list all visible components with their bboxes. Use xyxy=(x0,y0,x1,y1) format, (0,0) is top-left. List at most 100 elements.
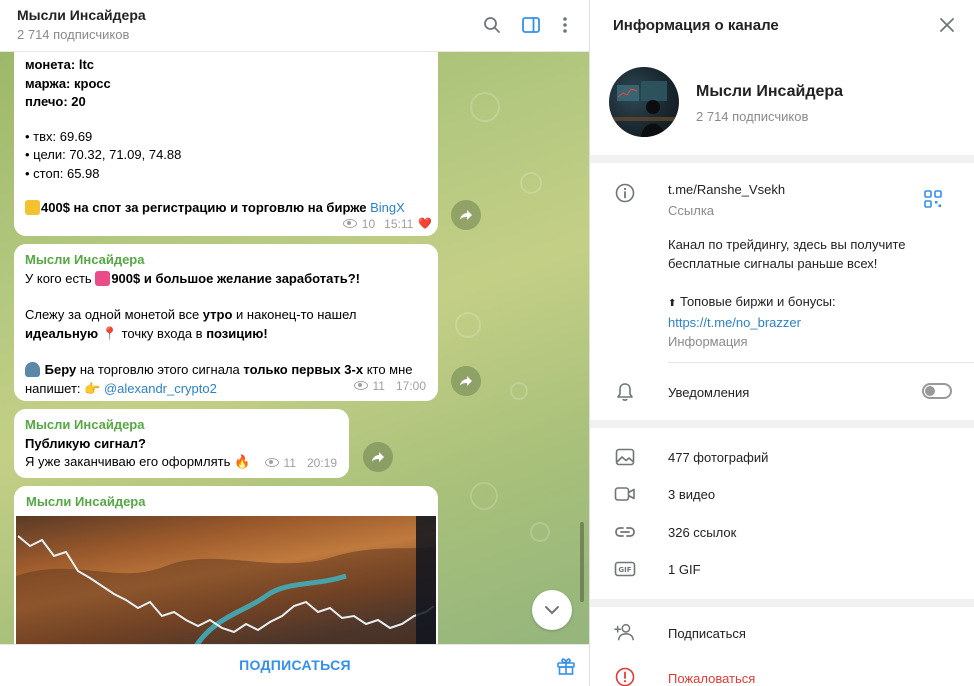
gifs-count: 1 GIF xyxy=(668,562,701,577)
message-text: Публикую сигнал? xyxy=(25,435,146,451)
description-text: бесплатные сигналы раньше всех! xyxy=(668,256,878,271)
section-divider xyxy=(590,599,974,607)
chat-pane: Мысли Инсайдера 2 714 подписчиков монета… xyxy=(0,0,589,686)
svg-text:GIF: GIF xyxy=(618,566,631,574)
links-row[interactable]: 326 ссылок xyxy=(590,514,974,550)
videos-count: 3 видео xyxy=(668,487,716,502)
message-text: позицию! xyxy=(206,325,268,341)
report-link[interactable]: Пожаловаться xyxy=(668,671,755,686)
message-text: 400$ на спот за регистрацию и торговлю н… xyxy=(41,200,367,215)
forward-button[interactable] xyxy=(451,366,481,396)
sender-name[interactable]: Мысли Инсайдера xyxy=(25,251,427,270)
notifications-toggle[interactable] xyxy=(922,383,952,399)
person-emoji-icon xyxy=(25,362,40,377)
close-icon[interactable] xyxy=(938,16,956,34)
views-icon xyxy=(353,381,368,391)
pointing-hand-emoji-icon: 👉 xyxy=(84,380,101,396)
chat-subscriber-count: 2 714 подписчиков xyxy=(17,27,130,42)
forward-button[interactable] xyxy=(363,442,393,472)
message-bubble[interactable]: монета: ltc маржа: кросс плечо: 20 • твх… xyxy=(14,52,438,236)
notifications-label[interactable]: Уведомления xyxy=(668,385,749,400)
description-link[interactable]: https://t.me/no_brazzer xyxy=(668,315,801,330)
message-text: и наконец-то нашел xyxy=(232,307,357,322)
description-text: Канал по трейдингу, здесь вы получите xyxy=(668,237,906,252)
info-icon xyxy=(614,182,636,204)
section-divider xyxy=(590,155,974,163)
message-text: • стоп: 65.98 xyxy=(25,165,100,181)
message-text: утро xyxy=(202,307,233,322)
view-count: 11 xyxy=(372,378,385,393)
message-text: Я уже заканчиваю его оформлять xyxy=(25,454,231,469)
avatar[interactable] xyxy=(609,67,679,137)
channel-description: Канал по трейдингу, здесь вы получите бе… xyxy=(668,235,958,351)
message-text: Беру xyxy=(44,362,77,377)
photo-icon xyxy=(614,446,636,468)
description-label: Информация xyxy=(668,334,748,349)
message-bubble[interactable]: Мысли Инсайдера Публикую сигнал? Я уже з… xyxy=(14,409,349,478)
message-text: • твх: 69.69 xyxy=(25,128,93,144)
view-count: 10 xyxy=(361,216,376,231)
gift-icon[interactable] xyxy=(556,656,576,676)
heart-reaction-icon[interactable]: ❤️ xyxy=(418,215,432,234)
channel-subscriber-count: 2 714 подписчиков xyxy=(696,109,809,124)
subscribe-button[interactable]: ПОДПИСАТЬСЯ xyxy=(200,657,390,673)
sender-name[interactable]: Мысли Инсайдера xyxy=(25,416,338,435)
channel-info-panel: Информация о канале Мысли Инсайдера 2 71… xyxy=(589,0,974,686)
message-text: напишет: xyxy=(25,380,85,396)
views-icon xyxy=(264,458,279,468)
message-text: плечо: 20 xyxy=(25,94,86,109)
message-meta: 10 15:11 ❤️ xyxy=(342,215,432,234)
message-time: 15:11 xyxy=(384,216,414,231)
gifs-row[interactable]: GIF 1 GIF xyxy=(590,551,974,587)
bingx-link[interactable]: BingX xyxy=(370,200,405,215)
message-text: точку входа в xyxy=(117,325,207,341)
message-text: маржа: кросс xyxy=(25,75,111,91)
message-text: • цели: 70.32, 71.09, 74.88 xyxy=(25,147,182,162)
channel-link[interactable]: t.me/Ranshe_Vsekh xyxy=(668,182,785,197)
fire-emoji-icon: 🔥 xyxy=(233,454,251,469)
scroll-down-button[interactable] xyxy=(532,590,572,630)
photos-count: 477 фотографий xyxy=(668,450,769,465)
sidebar-toggle-icon[interactable] xyxy=(520,14,542,36)
videos-row[interactable]: 3 видео xyxy=(590,476,974,512)
message-meta: 11 20:19 xyxy=(264,454,337,473)
row-divider xyxy=(668,362,974,363)
message-text: только первых 3-х xyxy=(243,362,364,377)
message-text: идеальную xyxy=(25,325,99,341)
message-meta: 11 17:00 xyxy=(353,377,426,396)
report-icon xyxy=(614,666,636,686)
section-divider xyxy=(590,420,974,428)
message-time: 20:19 xyxy=(306,455,337,470)
message-text: кто мне xyxy=(363,362,413,377)
message-time: 17:00 xyxy=(395,378,426,393)
bell-icon xyxy=(614,381,636,403)
photos-row[interactable]: 477 фотографий xyxy=(590,439,974,475)
scrollbar-thumb[interactable] xyxy=(580,522,584,602)
more-vertical-icon[interactable] xyxy=(554,14,576,36)
message-text: Слежу за одной монетой все xyxy=(25,307,203,322)
channel-name: Мысли Инсайдера xyxy=(696,83,844,100)
qr-code-icon[interactable] xyxy=(924,190,942,208)
video-icon xyxy=(614,483,636,505)
channel-link-label: Ссылка xyxy=(668,203,715,218)
links-count: 326 ссылок xyxy=(668,525,737,540)
message-text: У кого есть xyxy=(25,270,96,286)
chat-header[interactable]: Мысли Инсайдера 2 714 подписчиков xyxy=(0,0,589,52)
chat-title[interactable]: Мысли Инсайдера xyxy=(17,7,146,23)
username-link[interactable]: @alexandr_crypto2 xyxy=(104,381,217,396)
top-arrow-emoji-icon: ⬆ xyxy=(668,298,677,309)
sender-name[interactable]: Мысли Инсайдера xyxy=(26,494,145,509)
description-text: Топовые биржи и бонусы: xyxy=(680,294,836,309)
chart-over-canyon-image[interactable] xyxy=(16,516,436,644)
message-text: 900$ и большое желание заработать?! xyxy=(111,270,360,286)
search-icon[interactable] xyxy=(481,14,503,36)
shopping-bag-emoji-icon xyxy=(95,270,111,286)
views-icon xyxy=(342,219,357,229)
message-bubble[interactable]: Мысли Инсайдера xyxy=(14,486,438,644)
pin-emoji-icon: 📍 xyxy=(101,325,118,341)
message-bubble[interactable]: Мысли Инсайдера У кого есть 900$ и больш… xyxy=(14,244,438,401)
subscribe-link[interactable]: Подписаться xyxy=(668,626,746,641)
chat-footer: ПОДПИСАТЬСЯ xyxy=(0,644,589,686)
view-count: 11 xyxy=(283,455,296,470)
forward-button[interactable] xyxy=(451,200,481,230)
